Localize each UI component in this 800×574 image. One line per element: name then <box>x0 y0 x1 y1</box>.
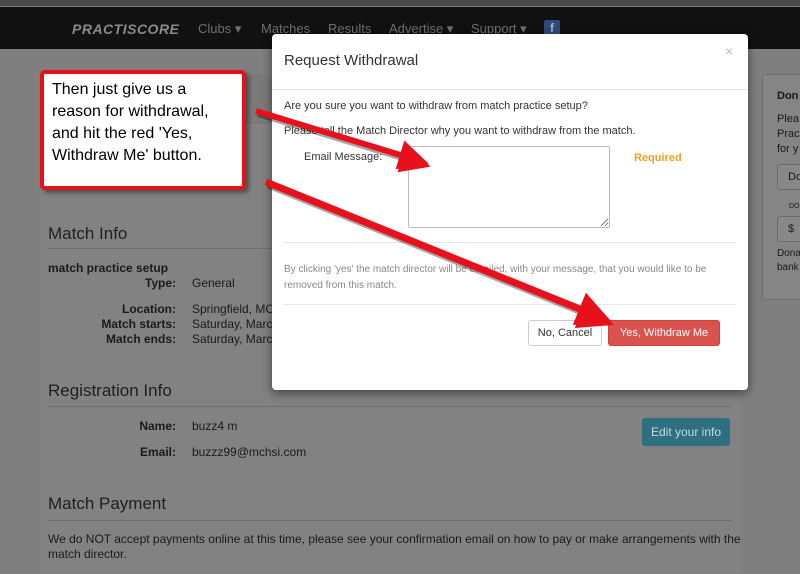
divider <box>48 406 732 407</box>
type-value: General <box>192 276 235 290</box>
brand-logo[interactable]: PRACTISCORE <box>72 21 179 37</box>
email-message-label: Email Message: <box>304 151 383 163</box>
donate-small-label: DO <box>789 203 800 210</box>
name-label: Name: <box>139 419 176 433</box>
divider <box>48 520 732 521</box>
divider <box>284 242 736 243</box>
payment-heading: Match Payment <box>48 494 167 513</box>
name-value: buzz4 m <box>192 419 238 433</box>
withdraw-button[interactable]: Yes, Withdraw Me <box>608 320 720 346</box>
edit-info-button[interactable]: Edit your info <box>642 418 730 446</box>
email-message-textarea[interactable] <box>408 146 610 228</box>
location-value: Springfield, MO <box>192 302 275 316</box>
match-name: match practice setup <box>48 261 169 275</box>
withdraw-disclaimer: By clicking 'yes' the match director wil… <box>284 264 707 291</box>
withdraw-question: Are you sure you want to withdraw from m… <box>284 100 588 112</box>
donate-foot2: bank <box>777 262 799 273</box>
divider <box>284 304 736 305</box>
close-icon[interactable]: × <box>725 43 733 59</box>
donate-line2: Prac <box>777 128 800 140</box>
type-label: Type: <box>144 276 176 290</box>
email-value: buzzz99@mchsi.com <box>192 445 307 459</box>
donate-line1: Plea <box>777 113 800 125</box>
starts-value: Saturday, March <box>192 317 280 331</box>
modal-header: Request Withdrawal × <box>272 34 748 90</box>
donate-line3: for y <box>777 143 799 155</box>
required-indicator: Required <box>634 152 682 164</box>
email-label: Email: <box>139 445 176 459</box>
donate-foot1: Dona <box>777 248 800 259</box>
payment-text-line1: We do NOT accept payments online at this… <box>48 532 741 546</box>
callout-text: Then just give us a reason for withdrawa… <box>52 81 209 164</box>
location-label: Location: <box>122 302 176 316</box>
donate-amount-input[interactable]: $ <box>777 216 800 242</box>
cancel-button[interactable]: No, Cancel <box>528 320 602 346</box>
donate-select[interactable]: Do <box>777 164 800 190</box>
donate-title: Don <box>777 90 799 102</box>
starts-label: Match starts: <box>101 317 176 331</box>
ends-value: Saturday, March <box>192 332 280 346</box>
ends-label: Match ends: <box>105 332 176 346</box>
modal-title: Request Withdrawal <box>284 52 419 69</box>
withdraw-instructions: Please tell the Match Director why you w… <box>284 125 636 137</box>
registration-heading: Registration Info <box>48 381 172 400</box>
annotation-callout: Then just give us a reason for withdrawa… <box>40 70 246 190</box>
nav-clubs[interactable]: Clubs ▾ <box>198 21 241 37</box>
withdrawal-modal: Request Withdrawal × Are you sure you wa… <box>272 34 748 390</box>
browser-tab-strip <box>0 0 800 7</box>
match-info-heading: Match Info <box>48 224 128 243</box>
payment-text-line2: match director. <box>48 547 127 561</box>
